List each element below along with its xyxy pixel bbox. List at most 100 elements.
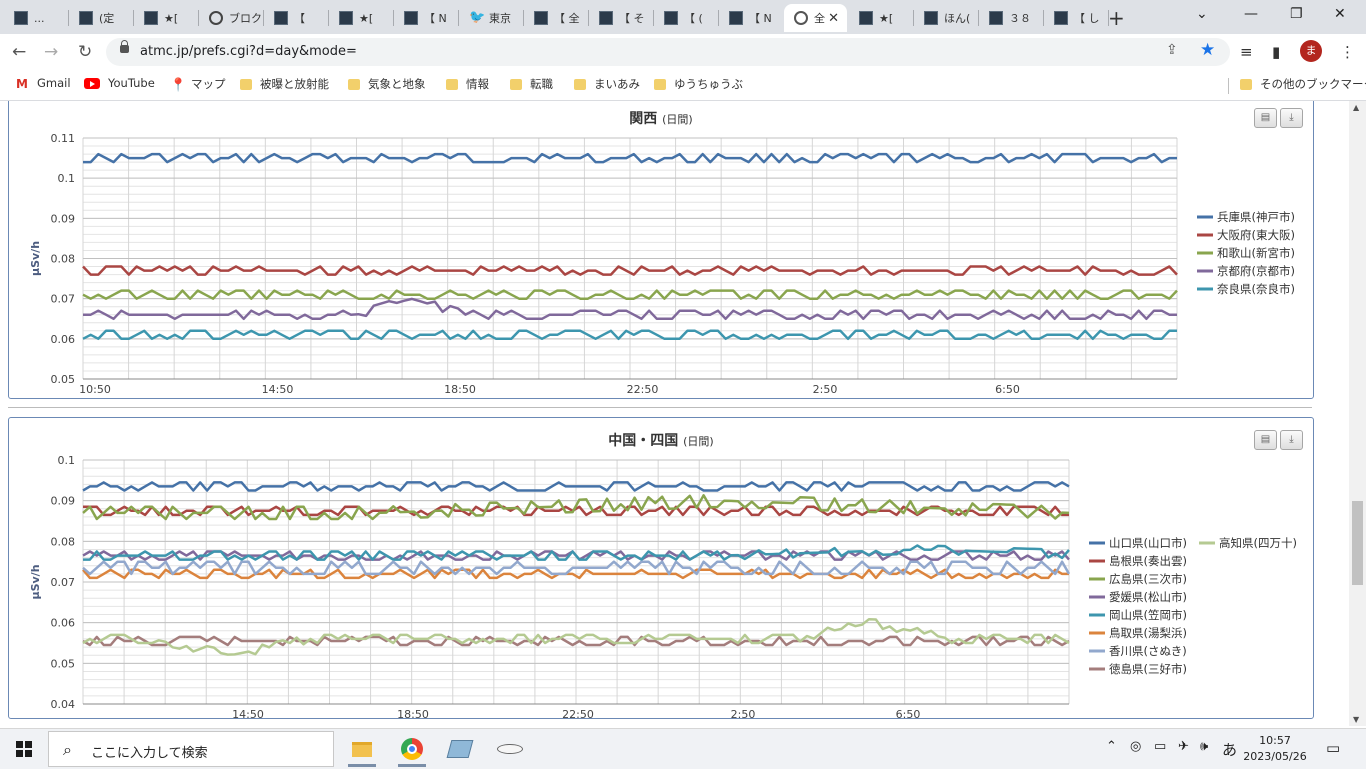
browser-tab[interactable]: 【 (	[654, 4, 717, 32]
system-clock[interactable]: 10:57 2023/05/26	[1240, 733, 1310, 765]
lock-icon[interactable]	[120, 40, 129, 53]
volume-icon[interactable]: 🕪	[1200, 739, 1208, 754]
notification-icon[interactable]: ▭	[1326, 739, 1340, 757]
scroll-down-icon[interactable]: ▼	[1353, 715, 1359, 724]
bookmark-item[interactable]: まいあみ	[574, 76, 640, 92]
browser-tab[interactable]: ほん(	[914, 4, 977, 32]
x-tick-label: 14:50	[262, 383, 294, 396]
taskbar-search-box[interactable]: ⌕ ここに入力して検索	[48, 731, 334, 767]
browser-tab[interactable]: ブロク	[199, 4, 262, 32]
battery-icon[interactable]: ▭	[1154, 739, 1166, 754]
bookmark-star-icon[interactable]: ★	[1200, 40, 1215, 60]
y-tick-label: 0.08	[51, 535, 76, 548]
y-tick-label: 0.04	[51, 698, 76, 711]
clock-date: 2023/05/26	[1243, 750, 1307, 763]
bookmark-item[interactable]: YouTube	[84, 76, 155, 90]
y-tick-label: 0.07	[51, 576, 76, 589]
y-tick-label: 0.07	[51, 293, 76, 306]
y-tick-label: 0.08	[51, 253, 76, 266]
new-tab-button[interactable]: +	[1108, 6, 1125, 30]
legend-item: 京都府(京都市)	[1217, 264, 1295, 278]
browser-tab[interactable]: 🐦 東京	[459, 4, 522, 32]
bookmark-item[interactable]: M Gmail	[16, 76, 71, 91]
tab-title: 【 N	[424, 12, 447, 25]
x-tick-label: 2:50	[731, 708, 756, 718]
tab-title: 東京	[489, 12, 511, 25]
other-bookmarks-label: その他のブックマーク	[1260, 77, 1366, 91]
media-control-icon[interactable]: ≡	[1240, 43, 1253, 61]
legend-item: 奈良県(奈良市)	[1217, 282, 1295, 296]
bookmark-item[interactable]: 転職	[510, 76, 553, 92]
browser-tab[interactable]: ★[	[849, 4, 912, 32]
y-tick-label: 0.05	[51, 657, 76, 670]
back-button[interactable]: ←	[12, 42, 26, 62]
ime-indicator[interactable]: あ	[1222, 739, 1237, 760]
tab-title: 【 し	[1074, 12, 1100, 25]
y-tick-label: 0.06	[51, 333, 76, 346]
browser-tab[interactable]: ★[	[134, 4, 197, 32]
notepad-app[interactable]	[442, 735, 478, 763]
share-icon[interactable]: ⇪	[1166, 42, 1178, 58]
y-tick-label: 0.05	[51, 373, 76, 386]
windows-start-icon[interactable]	[16, 741, 32, 757]
close-window-button[interactable]: ✕	[1334, 6, 1346, 22]
blog-icon	[209, 11, 223, 25]
browser-tab[interactable]: 【 N	[719, 4, 782, 32]
tab-separator	[1108, 10, 1109, 26]
browser-tab[interactable]: ★[	[329, 4, 392, 32]
folder-icon	[510, 78, 522, 90]
x-tick-label: 22:50	[562, 708, 594, 718]
airplane-mode-icon[interactable]: ✈	[1178, 739, 1189, 754]
url-text[interactable]: atmc.jp/prefs.cgi?d=day&mode=	[140, 44, 357, 59]
tab-title: ３８	[1009, 12, 1031, 25]
browser-tab[interactable]: 【 N	[394, 4, 457, 32]
tab-search-icon[interactable]: ⌄	[1196, 6, 1208, 22]
reload-button[interactable]: ↻	[78, 42, 92, 62]
profile-avatar[interactable]: ま	[1300, 40, 1322, 62]
side-panel-icon[interactable]: ▮	[1272, 43, 1280, 61]
browser-tab[interactable]: 全 ✕	[784, 4, 847, 32]
bookmark-item[interactable]: ゆうちゅうぶ	[654, 76, 743, 92]
tab-title: 【	[294, 12, 305, 25]
site-icon	[404, 11, 418, 25]
chrome-app[interactable]	[394, 735, 430, 767]
minimize-button[interactable]: —	[1244, 6, 1258, 22]
menu-icon[interactable]: ⋮	[1340, 43, 1355, 61]
x-tick-label: 14:50	[232, 708, 264, 718]
site-icon	[599, 11, 613, 25]
browser-tab[interactable]: 【 そ	[589, 4, 652, 32]
scrollbar-thumb[interactable]	[1352, 501, 1363, 585]
tab-title: 【 (	[684, 12, 703, 25]
browser-tab[interactable]: 【 し	[1044, 4, 1107, 32]
site-icon	[989, 11, 1003, 25]
tab-strip: + ⌄ — ❐ ✕ ... (定 ★[ブロク 【 ★[【 N 🐦 東京 【 全 【 そ 【 (【 …	[0, 0, 1366, 34]
page-scrollbar[interactable]: ▲ ▼	[1349, 101, 1366, 726]
browser-tab[interactable]: (定	[69, 4, 132, 32]
other-bookmarks[interactable]: その他のブックマーク	[1240, 76, 1366, 92]
browser-tab[interactable]: ３８	[979, 4, 1042, 32]
scroll-up-icon[interactable]: ▲	[1353, 103, 1359, 112]
paint-app[interactable]	[492, 735, 528, 763]
tab-title: 【 全	[554, 12, 580, 25]
file-explorer-app[interactable]	[344, 735, 380, 767]
site-icon	[1054, 11, 1068, 25]
y-tick-label: 0.06	[51, 617, 76, 630]
youtube-icon	[84, 77, 100, 89]
bookmark-item[interactable]: 📍 マップ	[170, 76, 226, 93]
site-icon	[274, 11, 288, 25]
browser-tab[interactable]: ...	[4, 4, 67, 32]
bookmark-item[interactable]: 被曝と放射能	[240, 76, 329, 92]
bookmark-label: マップ	[191, 77, 226, 91]
bookmark-item[interactable]: 気象と地象	[348, 76, 426, 92]
close-tab-icon[interactable]: ✕	[828, 11, 839, 26]
address-bar[interactable]: atmc.jp/prefs.cgi?d=day&mode= ⇪ ★	[106, 38, 1230, 66]
browser-tab[interactable]: 【 全	[524, 4, 587, 32]
maximize-button[interactable]: ❐	[1290, 6, 1303, 22]
webcam-icon[interactable]: ◎	[1130, 739, 1141, 754]
forward-button[interactable]: →	[44, 42, 58, 62]
tray-chevron-icon[interactable]: ⌃	[1106, 739, 1117, 754]
browser-tab[interactable]: 【	[264, 4, 327, 32]
bookmark-item[interactable]: 情報	[446, 76, 489, 92]
y-axis-label: μSv/h	[29, 241, 42, 276]
search-placeholder[interactable]: ここに入力して検索	[91, 742, 208, 761]
